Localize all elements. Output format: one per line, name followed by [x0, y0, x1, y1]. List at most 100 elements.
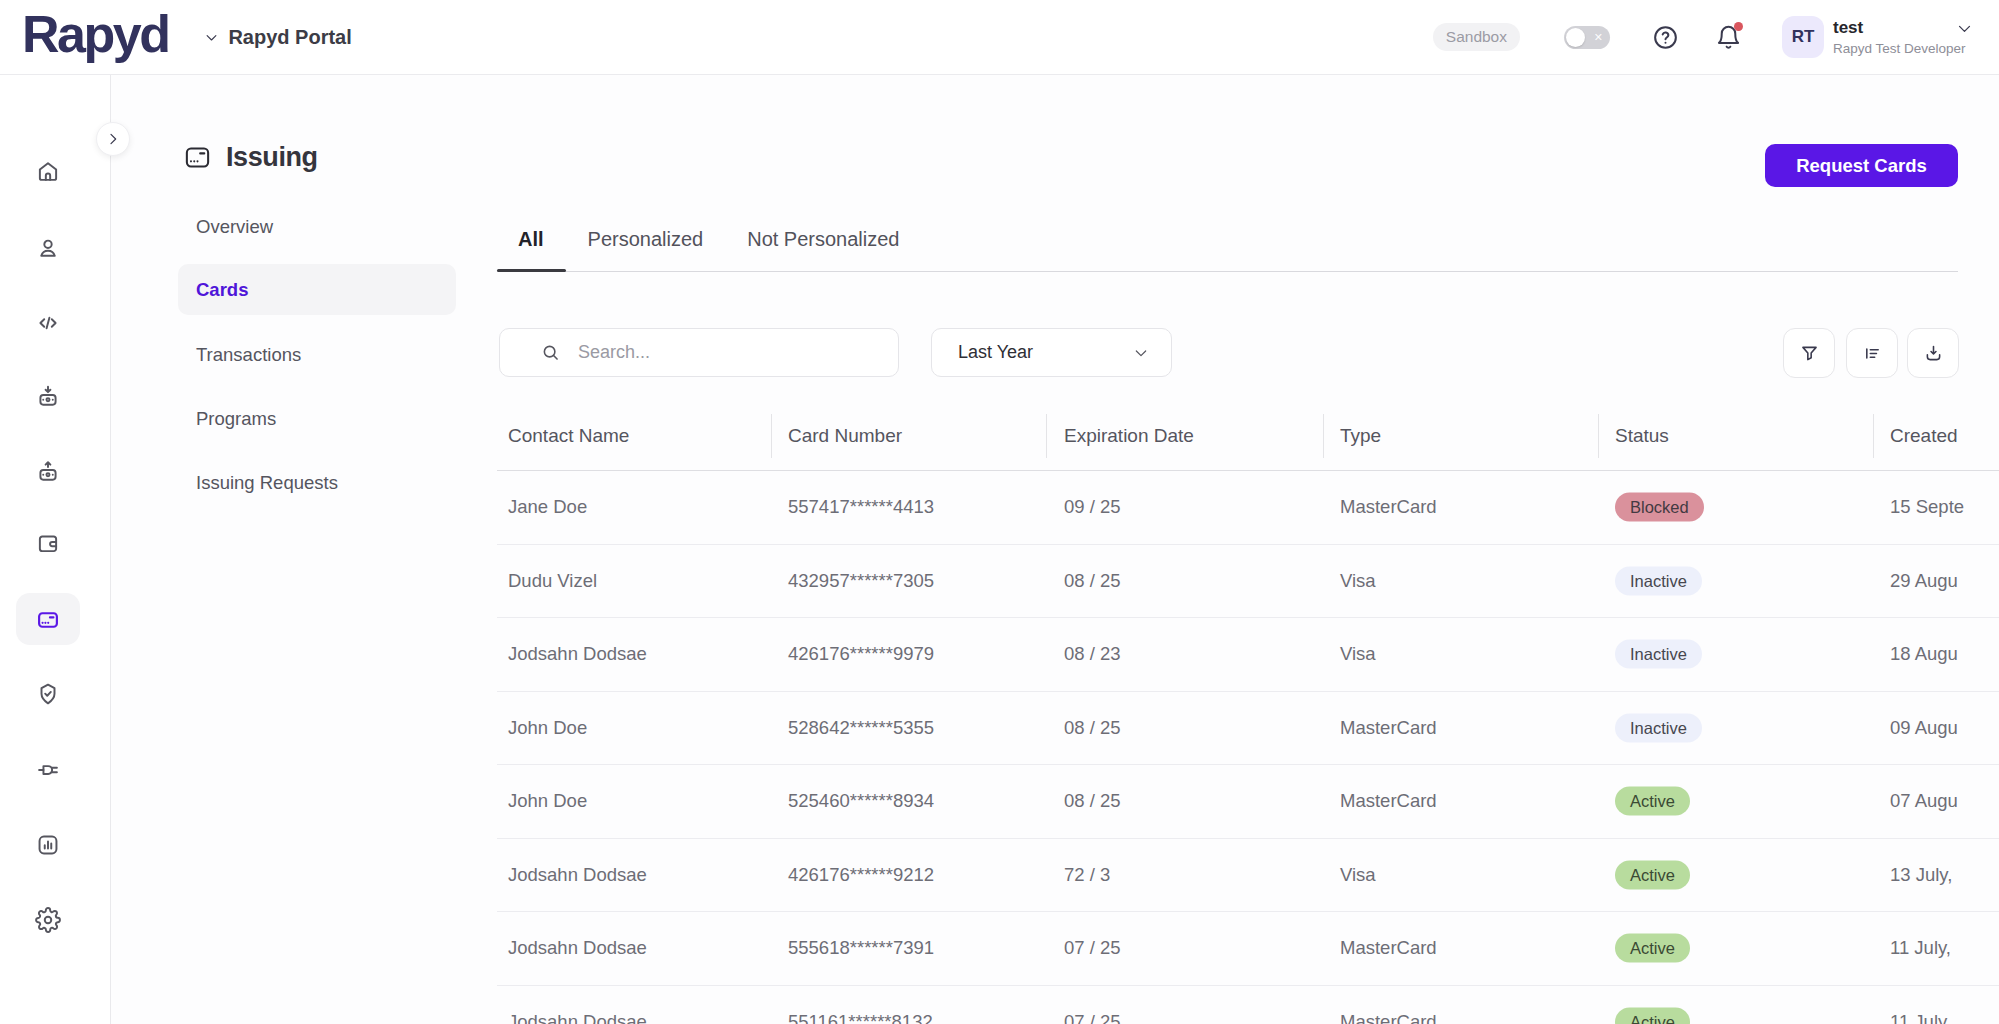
subnav-cards[interactable]: Cards	[178, 264, 456, 315]
top-header: Rapyd Rapyd Portal Sandbox ✕ RT test Rap…	[0, 0, 1999, 75]
table-row[interactable]: Jodsahn Dodsae426176******921272 / 3Visa…	[497, 839, 1999, 913]
cell-created: 11 July,	[1890, 937, 1951, 959]
notifications-bell-icon[interactable]	[1715, 24, 1742, 51]
status-badge: Active	[1615, 1007, 1690, 1024]
period-value: Last Year	[958, 342, 1033, 363]
issuing-card-icon	[183, 143, 212, 172]
status-badge: Active	[1615, 934, 1690, 963]
tab-all[interactable]: All	[518, 228, 544, 251]
search-icon	[540, 342, 561, 363]
period-dropdown[interactable]: Last Year	[931, 328, 1172, 377]
user-name: test	[1833, 18, 1973, 38]
cell-created: 07 Augu	[1890, 790, 1958, 812]
sidebar-item-customers[interactable]	[35, 235, 61, 261]
sidebar-expand-button[interactable]	[96, 122, 130, 156]
status-badge: Inactive	[1615, 713, 1702, 742]
cell-card: 551161******8132	[788, 1011, 933, 1024]
cell-card: 557417******4413	[788, 496, 934, 518]
cell-status: Active	[1615, 860, 1690, 889]
table-row[interactable]: John Doe528642******535508 / 25MasterCar…	[497, 692, 1999, 766]
cell-card: 525460******8934	[788, 790, 934, 812]
wallet-icon	[35, 530, 61, 556]
col-type[interactable]: Type	[1340, 425, 1381, 447]
cell-exp: 07 / 25	[1064, 1011, 1121, 1024]
status-badge: Inactive	[1615, 566, 1702, 595]
table-row[interactable]: John Doe525460******893408 / 25MasterCar…	[497, 765, 1999, 839]
portal-label: Rapyd Portal	[228, 26, 351, 49]
download-button[interactable]	[1907, 328, 1959, 378]
subnav-issuing-requests[interactable]: Issuing Requests	[178, 462, 456, 504]
environment-toggle[interactable]: ✕	[1564, 26, 1610, 49]
table-row[interactable]: Jodsahn Dodsae551161******813207 / 25Mas…	[497, 986, 1999, 1024]
help-icon[interactable]	[1652, 24, 1679, 51]
card-icon	[35, 607, 61, 633]
cell-created: 11 July	[1890, 1011, 1947, 1024]
rapyd-logo: Rapyd	[22, 8, 168, 66]
sidebar-item-developers[interactable]	[35, 310, 61, 336]
cell-status: Blocked	[1615, 493, 1704, 522]
user-menu-chevron-icon	[1956, 20, 1973, 37]
cell-exp: 72 / 3	[1064, 864, 1110, 886]
sidebar	[0, 75, 111, 1024]
cell-type: MasterCard	[1340, 790, 1437, 812]
sidebar-item-reports[interactable]	[35, 832, 61, 858]
status-badge: Active	[1615, 787, 1690, 816]
request-cards-button[interactable]: Request Cards	[1765, 144, 1958, 187]
cell-exp: 08 / 25	[1064, 717, 1121, 739]
cell-card: 528642******5355	[788, 717, 934, 739]
sidebar-item-issuing[interactable]	[35, 607, 61, 633]
table-row[interactable]: Dudu Vizel432957******730508 / 25VisaIna…	[497, 545, 1999, 619]
col-expiration-date[interactable]: Expiration Date	[1064, 425, 1194, 447]
cell-contact: Jodsahn Dodsae	[508, 643, 647, 665]
col-status[interactable]: Status	[1615, 425, 1669, 447]
col-card-number[interactable]: Card Number	[788, 425, 902, 447]
subnav-overview[interactable]: Overview	[178, 206, 456, 248]
cell-type: MasterCard	[1340, 937, 1437, 959]
subnav-transactions[interactable]: Transactions	[178, 334, 456, 376]
download-icon	[1923, 343, 1944, 364]
table-row[interactable]: Jodsahn Dodsae426176******997908 / 23Vis…	[497, 618, 1999, 692]
col-contact-name[interactable]: Contact Name	[508, 425, 629, 447]
avatar[interactable]: RT	[1782, 16, 1824, 58]
subnav-programs[interactable]: Programs	[178, 398, 456, 440]
tab-not-personalized[interactable]: Not Personalized	[747, 228, 899, 251]
payin-icon	[35, 383, 61, 409]
bar-chart-icon	[35, 832, 61, 858]
column-divider	[1046, 414, 1047, 458]
sort-button[interactable]	[1846, 328, 1898, 378]
user-role: Rapyd Test Developer	[1833, 41, 1973, 56]
sidebar-item-integrations[interactable]	[35, 757, 61, 783]
sidebar-item-compliance[interactable]	[35, 681, 61, 707]
portal-switcher[interactable]: Rapyd Portal	[204, 26, 351, 49]
cell-status: Inactive	[1615, 640, 1702, 669]
tabs-divider	[497, 271, 1958, 272]
payout-icon	[35, 458, 61, 484]
cell-type: MasterCard	[1340, 1011, 1437, 1024]
sandbox-badge: Sandbox	[1433, 23, 1520, 51]
filter-button[interactable]	[1783, 328, 1835, 378]
sidebar-item-home[interactable]	[35, 158, 61, 184]
user-menu[interactable]: test Rapyd Test Developer	[1833, 18, 1973, 56]
table-row[interactable]: Jodsahn Dodsae555618******739107 / 25Mas…	[497, 912, 1999, 986]
sidebar-item-wallet[interactable]	[35, 530, 61, 556]
cell-created: 15 Septe	[1890, 496, 1964, 518]
sidebar-item-settings[interactable]	[35, 907, 61, 933]
cell-exp: 08 / 25	[1064, 570, 1121, 592]
toggle-knob	[1566, 28, 1585, 47]
sidebar-item-collect[interactable]	[35, 383, 61, 409]
cell-exp: 08 / 25	[1064, 790, 1121, 812]
main-content: Issuing Request Cards Overview Cards Tra…	[111, 75, 1999, 1024]
cell-card: 426176******9979	[788, 643, 934, 665]
cell-card: 432957******7305	[788, 570, 934, 592]
table-row[interactable]: Jane Doe557417******441309 / 25MasterCar…	[497, 471, 1999, 545]
cell-exp: 08 / 23	[1064, 643, 1121, 665]
home-icon	[35, 158, 61, 184]
cell-type: MasterCard	[1340, 717, 1437, 739]
sidebar-item-disburse[interactable]	[35, 458, 61, 484]
search-input[interactable]	[578, 342, 878, 363]
col-created[interactable]: Created	[1890, 425, 1958, 447]
notification-dot	[1734, 22, 1743, 31]
tab-personalized[interactable]: Personalized	[588, 228, 704, 251]
chevron-right-icon	[105, 131, 121, 147]
column-divider	[1873, 414, 1874, 458]
